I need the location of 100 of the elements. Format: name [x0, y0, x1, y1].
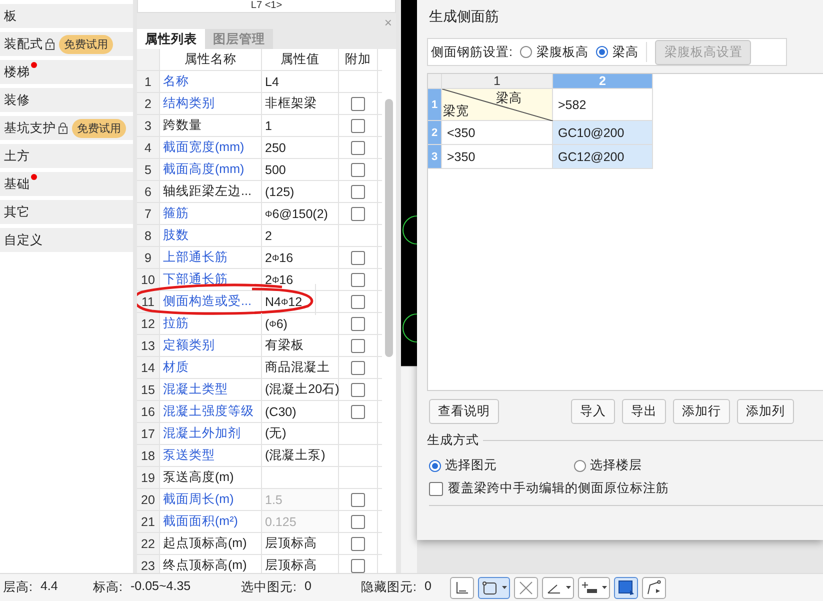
sidebar-item[interactable]: 装修: [0, 88, 133, 112]
free-trial-badge[interactable]: 免费试用: [59, 34, 113, 54]
row-number: 20: [137, 489, 160, 510]
checkbox[interactable]: [351, 250, 365, 264]
grid-cell[interactable]: GC10@200: [553, 121, 653, 145]
property-value[interactable]: 1: [262, 115, 339, 136]
property-name: 混凝土外加剂: [160, 423, 262, 444]
property-value[interactable]: L4: [262, 71, 339, 92]
cross-icon: [517, 578, 535, 596]
property-name: 拉筋: [160, 313, 262, 334]
property-value[interactable]: 有梁板: [262, 335, 339, 356]
row-number: 6: [137, 181, 160, 202]
property-name: 箍筋: [160, 203, 262, 224]
property-value[interactable]: 非框架梁: [262, 93, 339, 114]
checkbox[interactable]: [429, 482, 443, 496]
dialog-button[interactable]: 添加行: [673, 399, 730, 424]
sidebar-item[interactable]: 土方: [0, 144, 133, 168]
row-number: 12: [137, 313, 160, 334]
dialog-button[interactable]: 导入: [571, 399, 615, 424]
radio-option[interactable]: 选择楼层: [574, 457, 719, 474]
toolbar-button[interactable]: [642, 576, 666, 598]
property-value[interactable]: 层顶标高: [262, 533, 339, 554]
property-value[interactable]: 250: [262, 137, 339, 158]
status-label: 标高:: [93, 579, 122, 596]
row-number: 18: [137, 445, 160, 466]
sidebar-item[interactable]: 自定义: [0, 228, 133, 252]
checkbox[interactable]: [351, 206, 365, 220]
checkbox[interactable]: [351, 140, 365, 154]
column-header[interactable]: 1: [442, 74, 553, 89]
property-name: 材质: [160, 357, 262, 378]
checkbox[interactable]: [351, 316, 365, 330]
dialog-button[interactable]: 添加列: [737, 399, 794, 424]
property-name: 名称: [160, 71, 262, 92]
sidebar-item[interactable]: 板: [0, 4, 133, 28]
row-number: 22: [137, 533, 160, 554]
toolbar-button[interactable]: [478, 576, 510, 598]
sidebar-item[interactable]: 其它: [0, 200, 133, 224]
row-number: 8: [137, 225, 160, 246]
toolbar-button[interactable]: [614, 576, 638, 598]
property-name: 混凝土类型: [160, 379, 262, 400]
property-name: 侧面构造或受...: [160, 291, 262, 312]
checkbox[interactable]: [351, 96, 365, 110]
radio-button[interactable]: [520, 46, 532, 58]
property-value[interactable]: 商品混凝土: [262, 357, 339, 378]
row-number: 2: [137, 93, 160, 114]
property-value[interactable]: (C30): [262, 401, 339, 422]
property-value[interactable]: (无): [262, 423, 339, 444]
grid-cell[interactable]: GC12@200: [553, 145, 653, 169]
column-header: 属性值: [262, 49, 339, 70]
status-label: 层高:: [3, 579, 32, 596]
checkbox[interactable]: [351, 162, 365, 176]
toolbar-button[interactable]: [578, 576, 610, 598]
dialog-button[interactable]: 查看说明: [429, 399, 499, 424]
row-number: 14: [137, 357, 160, 378]
radio-option[interactable]: 梁腹板高: [520, 44, 588, 60]
override-checkbox-option[interactable]: 覆盖梁跨中手动编辑的侧面原位标注筋: [429, 480, 823, 506]
checkbox[interactable]: [351, 360, 365, 374]
row-number: 1: [137, 71, 160, 92]
radio-option[interactable]: 选择图元: [429, 457, 574, 474]
sidebar-item[interactable]: 基坑支护 免费试用: [0, 116, 133, 140]
property-name: 定额类别: [160, 335, 262, 356]
scrollbar-thumb[interactable]: [385, 99, 393, 357]
column-header: 附加: [339, 49, 378, 70]
sidebar-item[interactable]: 基础: [0, 172, 133, 196]
radio-button[interactable]: [596, 46, 608, 58]
row-number: 21: [137, 511, 160, 532]
radio-option[interactable]: 梁高: [596, 44, 638, 60]
row-number: 7: [137, 203, 160, 224]
column-axis-label: 梁高: [496, 90, 522, 107]
property-value[interactable]: (125): [262, 181, 339, 202]
toolbar-button[interactable]: [542, 576, 574, 598]
property-name: 肢数: [160, 225, 262, 246]
status-label: 隐藏图元:: [361, 579, 416, 596]
panel-tab[interactable]: 属性列表: [137, 29, 205, 49]
checkbox[interactable]: [351, 184, 365, 198]
row-axis-label: 梁宽: [443, 103, 469, 120]
sidebar-item[interactable]: 装配式 免费试用: [0, 32, 133, 56]
sidebar-item[interactable]: 楼梯: [0, 60, 133, 84]
checkbox[interactable]: [351, 536, 365, 550]
checkbox[interactable]: [351, 558, 365, 572]
property-value[interactable]: 2: [262, 225, 339, 246]
status-value: -0.05~4.35: [130, 579, 191, 595]
free-trial-badge[interactable]: 免费试用: [72, 118, 126, 138]
property-value[interactable]: (混凝土20石): [262, 379, 339, 400]
checkbox[interactable]: [351, 338, 365, 352]
property-name: 泵送高度(m): [160, 467, 262, 488]
dialog-button[interactable]: 导出: [622, 399, 666, 424]
checkbox[interactable]: [351, 382, 365, 396]
checkbox[interactable]: [351, 404, 365, 418]
checkbox[interactable]: [351, 272, 365, 286]
property-value[interactable]: 500: [262, 159, 339, 180]
radio-button[interactable]: [574, 460, 586, 472]
checkbox[interactable]: [351, 118, 365, 132]
radio-button[interactable]: [429, 460, 441, 472]
checkbox[interactable]: [351, 294, 365, 308]
selection-icon: [617, 578, 635, 596]
status-value: 4.4: [40, 579, 58, 595]
toolbar-button[interactable]: [450, 576, 474, 598]
property-value[interactable]: (混凝土泵): [262, 445, 339, 466]
property-name: 跨数量: [160, 115, 262, 136]
